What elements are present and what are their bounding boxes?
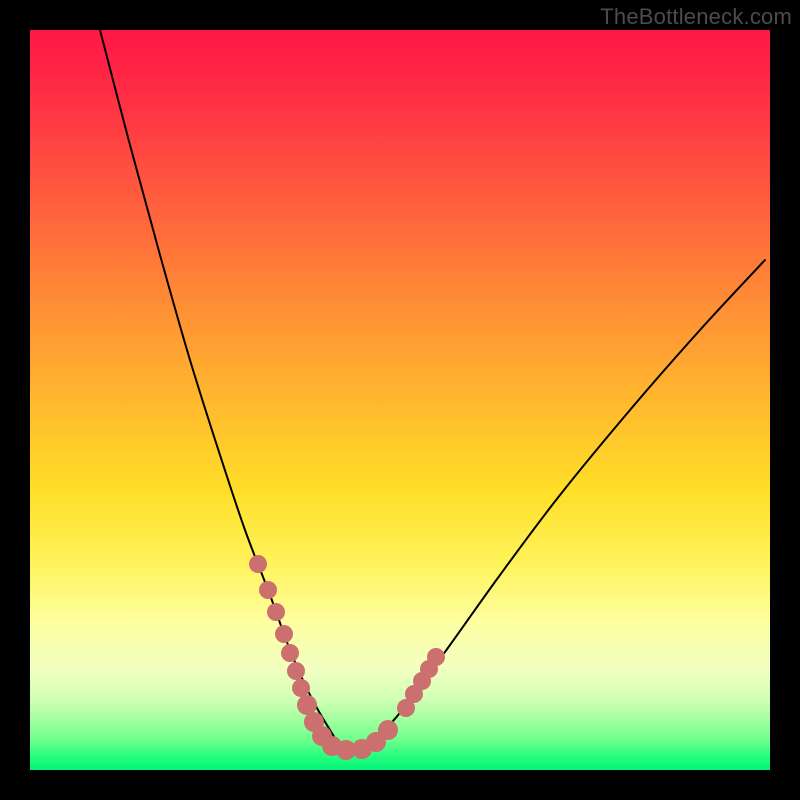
marker-dot (267, 603, 285, 621)
marker-dot (259, 581, 277, 599)
chart-container: TheBottleneck.com (0, 0, 800, 800)
marker-dot (287, 662, 305, 680)
marker-dot (249, 555, 267, 573)
marker-dot (378, 720, 398, 740)
marker-dot (281, 644, 299, 662)
marker-dot (292, 679, 310, 697)
watermark-text: TheBottleneck.com (600, 4, 792, 30)
plot-area (30, 30, 770, 770)
marker-dot (275, 625, 293, 643)
curve-svg (30, 30, 770, 770)
bottleneck-curve (100, 30, 765, 752)
marker-dot (427, 648, 445, 666)
marker-group (249, 555, 445, 760)
